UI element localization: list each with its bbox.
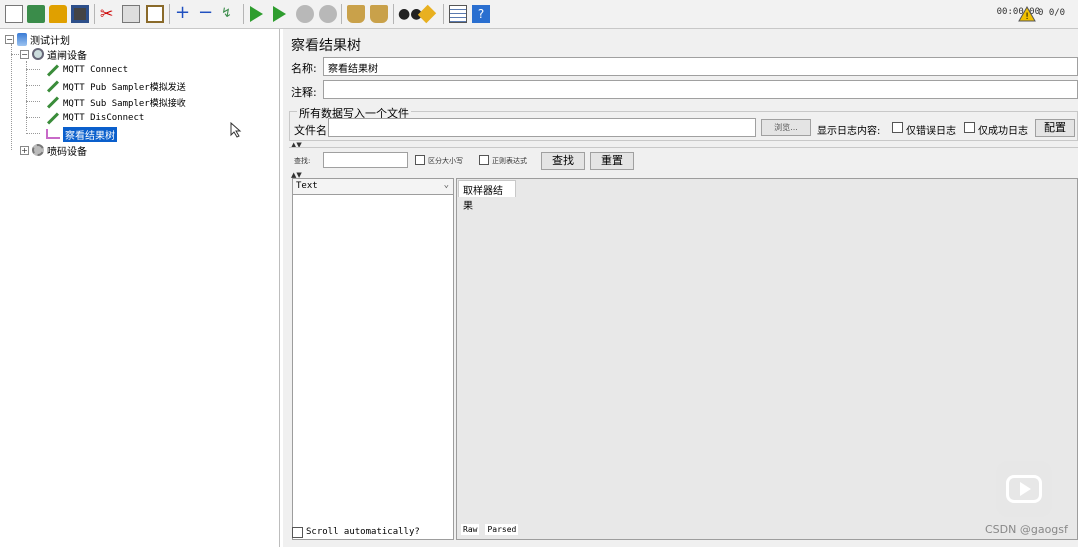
help-icon[interactable]: ? (472, 5, 490, 23)
play-icon (1020, 482, 1031, 496)
listener-icon (46, 129, 60, 139)
collapse-icon[interactable]: − (198, 4, 216, 23)
copy-icon[interactable] (122, 5, 140, 23)
watermark: CSDN @gaogsf (985, 523, 1068, 536)
toolbar-separator (393, 4, 394, 24)
scroll-automatically-checkbox[interactable] (292, 526, 303, 538)
pipette-icon (46, 79, 60, 93)
tree-item-other-group[interactable]: + 喷码设备 (20, 142, 87, 158)
tree-label: MQTT Pub Sampler模拟发送 (63, 82, 186, 93)
view-results-tree-panel: 察看结果树 名称: 察看结果树 注释: 所有数据写入一个文件 文件名 浏览...… (283, 29, 1078, 547)
reset-button[interactable]: 重置 (590, 152, 634, 170)
tab-raw[interactable]: Raw (461, 524, 480, 535)
pipette-icon (46, 95, 60, 109)
tree-item-view-results[interactable]: 察看结果树 (46, 126, 117, 142)
tab-parsed[interactable]: Parsed (485, 524, 519, 535)
stop-icon[interactable] (296, 5, 314, 23)
tree-label: MQTT Connect (63, 65, 129, 75)
tree-label: 喷码设备 (47, 146, 87, 158)
filename-field[interactable] (328, 118, 756, 137)
tree-label: MQTT Sub Sampler模拟接收 (63, 98, 186, 109)
toolbar-separator (169, 4, 170, 24)
start-icon[interactable] (250, 6, 263, 22)
browse-button[interactable]: 浏览... (761, 119, 811, 136)
renderer-select[interactable]: Text ⌄ (293, 179, 453, 195)
case-sensitive-checkbox[interactable] (415, 155, 425, 165)
toolbar-separator (341, 4, 342, 24)
configure-button[interactable]: 配置 (1035, 119, 1075, 137)
find-button[interactable]: 查找 (541, 152, 585, 170)
tree-label: MQTT DisConnect (63, 113, 145, 123)
pipette-icon (46, 63, 60, 77)
tree-item-sampler[interactable]: MQTT Pub Sampler模拟发送 (46, 78, 186, 94)
tree-item-sampler[interactable]: MQTT Connect (46, 62, 128, 78)
clear-icon[interactable] (347, 5, 365, 23)
tree-item-sampler[interactable]: MQTT Sub Sampler模拟接收 (46, 94, 186, 110)
chevron-down-icon[interactable]: ⌄ (444, 180, 449, 190)
tree-label: 察看结果树 (63, 126, 117, 142)
play-button-overlay[interactable] (996, 461, 1052, 517)
toolbar: ✂ + − ↯ ●● ? 00:00:00 ! 0 0/0 (0, 0, 1078, 29)
log-content-label: 显示日志内容: (817, 126, 881, 137)
toolbar-separator (443, 4, 444, 24)
success-only-label: 仅成功日志 (978, 126, 1028, 137)
tree-label: 道闸设备 (47, 50, 87, 62)
tab-sampler-result[interactable]: 取样器结果 (458, 180, 516, 212)
open-icon[interactable] (49, 5, 67, 23)
toolbar-separator (243, 4, 244, 24)
comment-label: 注释: (291, 86, 317, 99)
expand-icon[interactable]: + (175, 4, 193, 23)
start-no-pause-icon[interactable] (273, 6, 286, 22)
result-view-tabs: Raw Parsed (461, 524, 519, 535)
success-only-checkbox[interactable] (964, 122, 975, 133)
sample-result-list[interactable]: Text ⌄ (292, 178, 454, 540)
toolbar-separator (94, 4, 95, 24)
divider (289, 147, 1078, 148)
gear-icon (32, 144, 44, 156)
collapse-icon[interactable]: − (20, 49, 29, 59)
tree-item-thread-group[interactable]: − 道闸设备 (20, 46, 87, 62)
name-label: 名称: (291, 62, 317, 75)
test-plan-icon (17, 32, 27, 46)
search-icon[interactable]: ●● (398, 5, 422, 23)
collapse-icon[interactable]: − (5, 34, 14, 44)
svg-text:!: ! (1025, 12, 1029, 22)
scroll-automatically-option[interactable]: Scroll automatically? (292, 525, 420, 539)
regex-checkbox[interactable] (479, 155, 489, 165)
scroll-automatically-label: Scroll automatically? (306, 527, 420, 537)
save-icon[interactable] (71, 5, 89, 23)
result-detail-pane: 取样器结果 Raw Parsed (456, 178, 1078, 540)
templates-icon[interactable] (27, 5, 45, 23)
search-input[interactable] (323, 152, 408, 168)
warning-icon[interactable]: ! (1018, 5, 1036, 22)
case-sensitive-label: 区分大小写 (428, 157, 463, 165)
tree-item-test-plan[interactable]: − 测试计划 (5, 31, 70, 47)
paste-icon[interactable] (146, 5, 164, 23)
error-count: 0 0/0 (1038, 8, 1066, 18)
name-field[interactable]: 察看结果树 (323, 57, 1078, 76)
search-label: 查找: (294, 157, 311, 165)
pipette-icon (46, 111, 60, 125)
mouse-cursor-icon (230, 122, 242, 138)
filename-label: 文件名 (294, 124, 327, 137)
errors-only-checkbox[interactable] (892, 122, 903, 133)
new-icon[interactable] (5, 5, 23, 23)
cut-icon[interactable]: ✂ (100, 5, 118, 23)
regex-label: 正则表达式 (492, 157, 527, 165)
thread-group-icon (32, 48, 44, 60)
function-helper-icon[interactable] (449, 5, 467, 23)
page-title: 察看结果树 (291, 38, 361, 54)
test-plan-tree: − 测试计划 − 道闸设备 MQTT Connect MQTT Pub Samp… (0, 29, 280, 547)
tree-item-sampler[interactable]: MQTT DisConnect (46, 110, 144, 126)
errors-only-label: 仅错误日志 (906, 126, 956, 137)
tree-label: 测试计划 (30, 35, 70, 47)
shutdown-icon[interactable] (319, 5, 337, 23)
clear-all-icon[interactable] (370, 5, 388, 23)
renderer-value: Text (296, 181, 318, 191)
toggle-icon[interactable]: ↯ (221, 5, 239, 23)
expand-icon[interactable]: + (20, 145, 29, 155)
comment-field[interactable] (323, 80, 1078, 99)
